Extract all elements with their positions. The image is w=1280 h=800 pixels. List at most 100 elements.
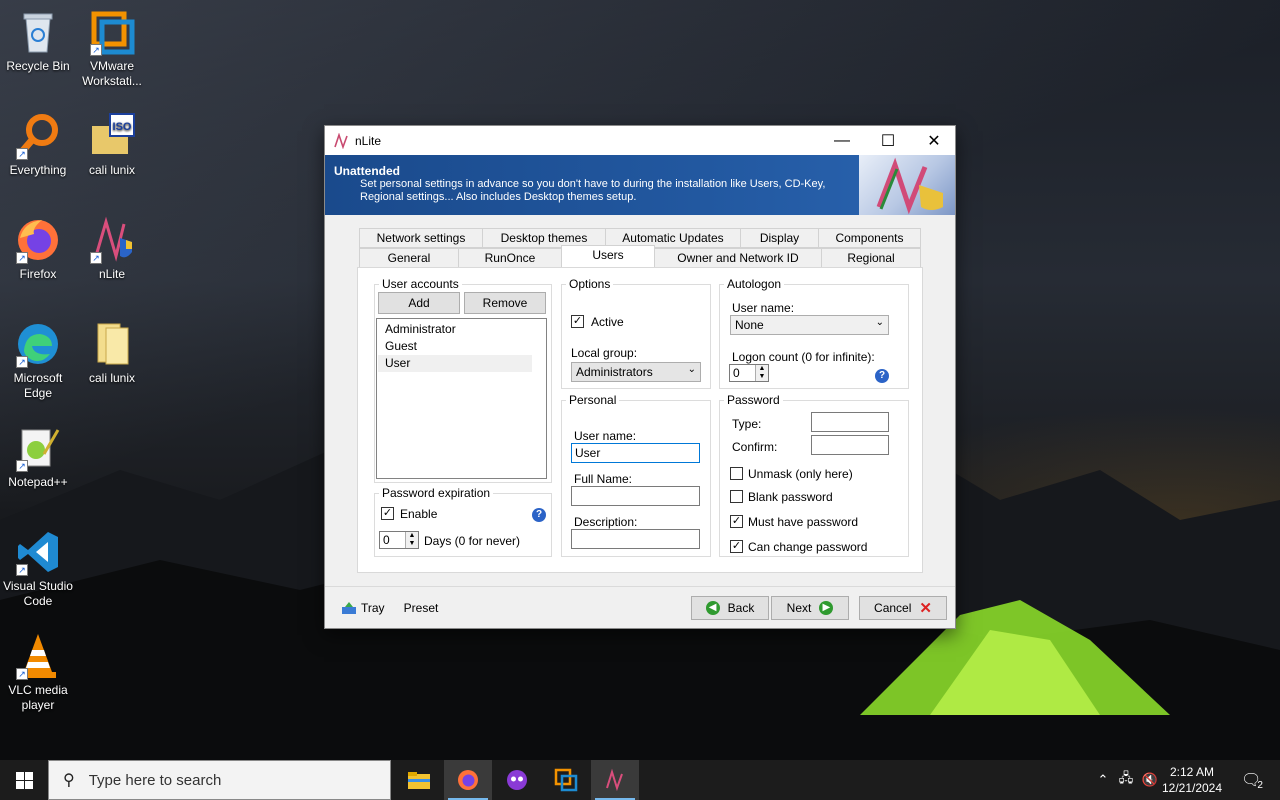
shortcut-arrow-icon: ↗ (16, 252, 28, 264)
svg-text:ISO: ISO (113, 121, 132, 133)
desktop-icon-notepadpp[interactable]: ↗ Notepad++ (0, 424, 76, 490)
add-user-button[interactable]: Add (378, 292, 460, 314)
minimize-button[interactable]: — (819, 126, 865, 155)
desktop-icon-cali-lunix-iso[interactable]: ISO cali lunix (74, 112, 150, 178)
personal-label: Personal (566, 393, 620, 407)
fullname-field[interactable] (571, 486, 700, 506)
vlc-icon: ↗ (14, 632, 62, 680)
file-explorer-icon (408, 772, 430, 789)
spinner-arrows-icon[interactable]: ▲ ▼ (405, 532, 418, 548)
logon-count-spinner[interactable]: 0 ▲ ▼ (729, 364, 769, 382)
desktop-icon-label: VLC media player (8, 683, 68, 712)
back-button[interactable]: ◀ Back (691, 596, 769, 620)
preset-label: Preset (403, 601, 439, 615)
desktop-icon-recycle-bin[interactable]: Recycle Bin (0, 8, 76, 74)
network-icon[interactable]: 🖧 (1116, 760, 1136, 800)
remove-user-button[interactable]: Remove (464, 292, 546, 314)
title-bar[interactable]: nLite — ☐ ✕ (325, 126, 955, 155)
desktop-icon-cali-lunix-folder[interactable]: cali lunix (74, 320, 150, 386)
logon-count-value: 0 (733, 366, 740, 380)
cancel-x-icon: ✕ (919, 600, 932, 617)
help-icon[interactable]: ? (532, 508, 546, 522)
user-accounts-label: User accounts (379, 277, 462, 291)
desktop-icon-label: Recycle Bin (6, 59, 70, 73)
iso-folder-icon: ISO (88, 112, 136, 160)
shortcut-arrow-icon: ↗ (16, 668, 28, 680)
desktop-icon-vmware[interactable]: ↗ VMware Workstati... (74, 8, 150, 89)
taskbar-clock[interactable]: 2:12 AM 12/21/2024 (1156, 764, 1228, 796)
vscode-icon: ↗ (14, 528, 62, 576)
cancel-button[interactable]: Cancel ✕ (859, 596, 947, 620)
desktop-icon-edge[interactable]: ↗ Microsoft Edge (0, 320, 76, 401)
desktop-icon-vlc[interactable]: ↗ VLC media player (0, 632, 76, 713)
must-have-password-checkbox[interactable]: ✓ (730, 515, 743, 528)
notification-center-button[interactable]: 🗨 2 (1232, 760, 1272, 800)
desktop-icon-nlite[interactable]: ↗ nLite (74, 216, 150, 282)
active-checkbox[interactable]: ✓ (571, 315, 584, 328)
nlite-logo-icon (876, 157, 943, 215)
nlite-icon: ↗ (88, 216, 136, 264)
tab-network-settings[interactable]: Network settings (359, 228, 483, 248)
everything-search-icon: ↗ (14, 112, 62, 160)
tab-display[interactable]: Display (740, 228, 819, 248)
show-hidden-icons-button[interactable]: ⌃ (1094, 760, 1112, 800)
enable-label: Enable (400, 507, 438, 521)
description-field[interactable] (571, 529, 700, 549)
tab-general[interactable]: General (359, 248, 459, 268)
chevron-down-icon: ⌄ (875, 317, 884, 328)
must-have-password-label: Must have password (748, 515, 859, 529)
taskbar-nlite[interactable] (591, 760, 639, 800)
taskbar-vmware[interactable] (542, 760, 590, 800)
purple-app-icon (507, 770, 527, 790)
user-accounts-list[interactable]: Administrator Guest User (376, 318, 547, 479)
desktop-icon-vscode[interactable]: ↗ Visual Studio Code (0, 528, 76, 609)
desktop-icon-firefox[interactable]: ↗ Firefox (0, 216, 76, 282)
tab-regional[interactable]: Regional (821, 248, 921, 268)
spinner-arrows-icon[interactable]: ▲ ▼ (755, 365, 768, 381)
unmask-checkbox[interactable] (730, 467, 743, 480)
taskbar-firefox[interactable] (444, 760, 492, 800)
local-group-value: Administrators (576, 365, 653, 379)
tab-components[interactable]: Components (818, 228, 921, 248)
page-description: Set personal settings in advance so you … (360, 178, 826, 203)
local-group-select[interactable]: Administrators ⌄ (571, 362, 701, 382)
password-label: Password (724, 393, 783, 407)
preset-button[interactable]: Preset (401, 596, 441, 620)
days-label: Days (0 for never) (424, 534, 521, 548)
blank-password-checkbox[interactable] (730, 490, 743, 503)
tab-users[interactable]: Users (561, 245, 655, 267)
enable-expiration-checkbox[interactable]: ✓ (381, 507, 394, 520)
can-change-password-checkbox[interactable]: ✓ (730, 540, 743, 553)
clock-time: 2:12 AM (1169, 765, 1215, 779)
taskbar-app-purple[interactable] (493, 760, 541, 800)
window-title: nLite (355, 133, 382, 148)
username-field[interactable]: User (571, 443, 700, 463)
tray-button[interactable]: Tray (341, 596, 385, 620)
shortcut-arrow-icon: ↗ (90, 252, 102, 264)
taskbar: ⚲ Type here to search ⌃ 🖧 🔇 2:12 AM 12/2… (0, 760, 1280, 800)
expiration-days-spinner[interactable]: 0 ▲ ▼ (379, 531, 419, 549)
password-confirm-field[interactable] (811, 435, 889, 455)
list-item[interactable]: Guest (378, 338, 532, 355)
shortcut-arrow-icon: ↗ (16, 356, 28, 368)
cancel-label: Cancel (874, 601, 912, 615)
type-label: Type: (732, 417, 762, 431)
desktop-icon-everything[interactable]: ↗ Everything (0, 112, 76, 178)
list-item-selected[interactable]: User (378, 355, 532, 372)
list-item[interactable]: Administrator (378, 321, 532, 338)
start-button[interactable] (0, 760, 48, 800)
taskbar-search[interactable]: ⚲ Type here to search (48, 760, 391, 800)
password-type-field[interactable] (811, 412, 889, 432)
help-icon[interactable]: ? (875, 369, 889, 383)
shortcut-arrow-icon: ↗ (90, 44, 102, 56)
fullname-label: Full Name: (574, 472, 633, 486)
taskbar-file-explorer[interactable] (395, 760, 443, 800)
desktop-icon-label: cali lunix (88, 163, 136, 177)
maximize-button[interactable]: ☐ (865, 126, 911, 155)
close-button[interactable]: ✕ (911, 126, 957, 155)
next-label: Next (786, 601, 812, 615)
tab-runonce[interactable]: RunOnce (458, 248, 562, 268)
next-button[interactable]: Next ▶ (771, 596, 849, 620)
autologon-username-select[interactable]: None ⌄ (730, 315, 889, 335)
tab-owner-network-id[interactable]: Owner and Network ID (654, 248, 822, 268)
